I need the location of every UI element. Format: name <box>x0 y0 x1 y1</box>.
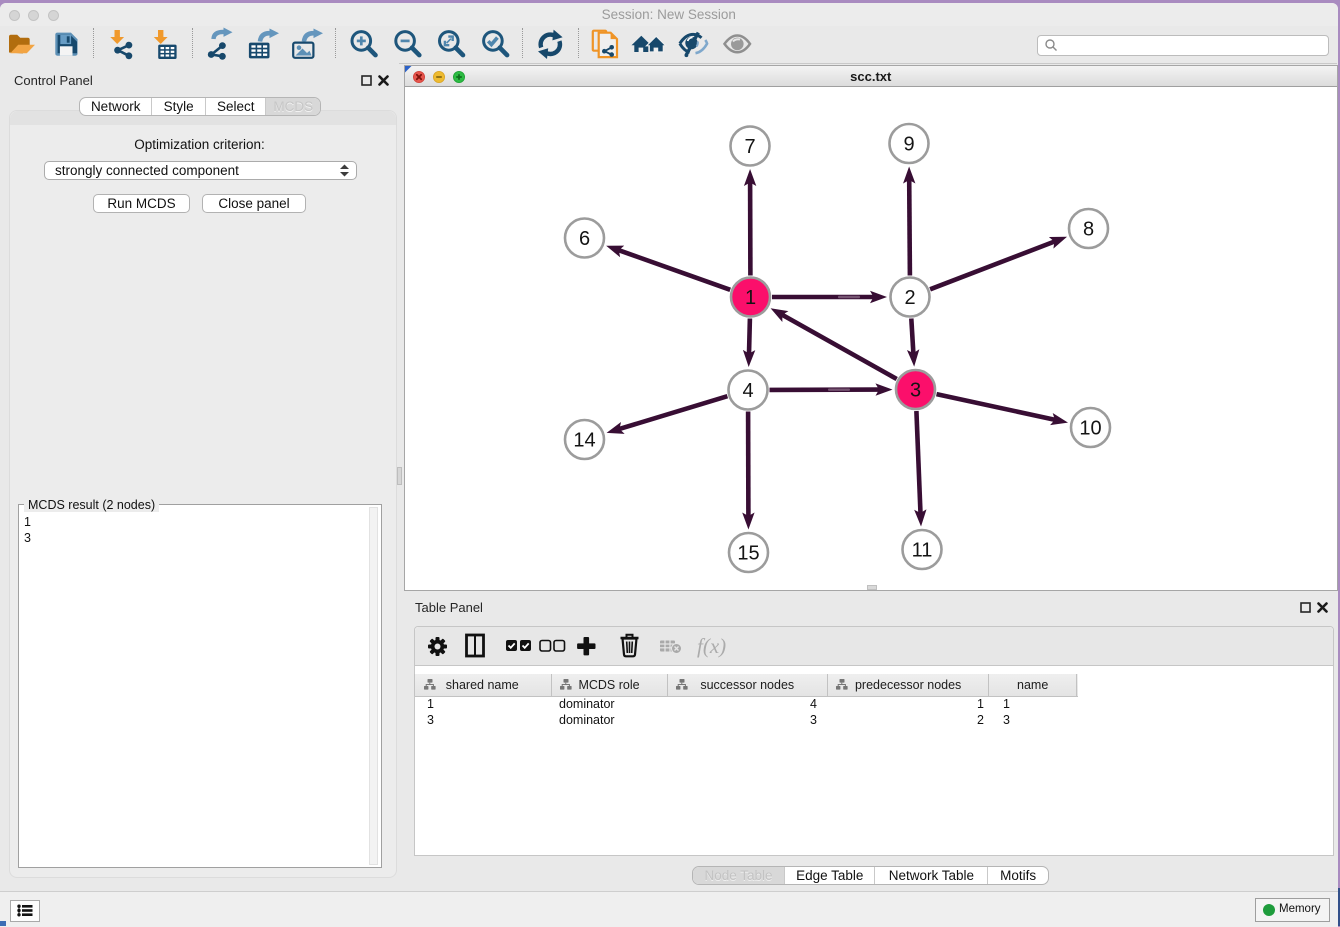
svg-text:f(x): f(x) <box>697 634 726 658</box>
